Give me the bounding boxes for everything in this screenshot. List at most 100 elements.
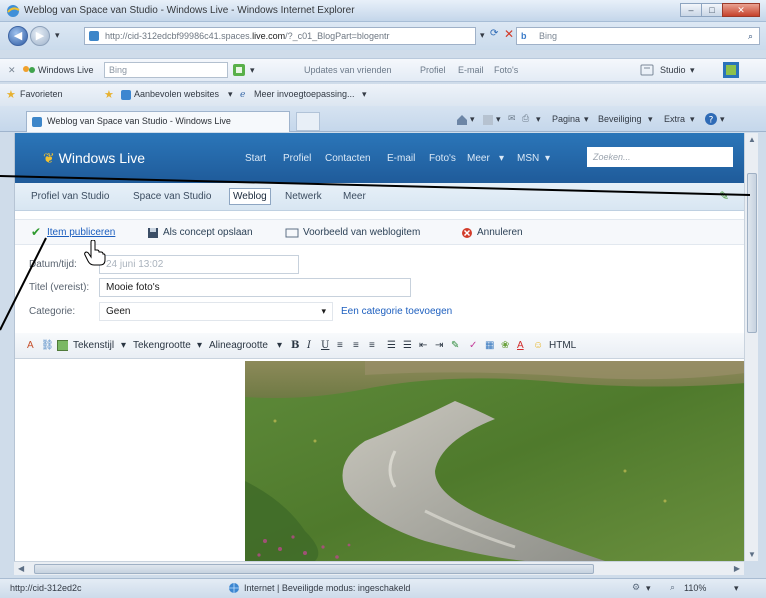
history-dropdown-icon[interactable]: ▾ (55, 30, 60, 41)
spellcheck-icon[interactable]: ✓ (469, 340, 477, 351)
live-logo[interactable]: ❦ Windows Live (43, 150, 145, 167)
suggested-sites-link[interactable]: Aanbevolen websites (134, 89, 219, 99)
category-select[interactable]: Geen ▾ (99, 302, 333, 321)
subnav-more[interactable]: Meer (343, 191, 366, 202)
nav-email[interactable]: E-mail (387, 153, 415, 164)
scroll-down-icon[interactable]: ▼ (748, 550, 756, 559)
preview-button[interactable]: Voorbeeld van weblogitem (303, 227, 420, 238)
tab-weblog[interactable]: Weblog van Space van Studio - Windows Li… (26, 111, 290, 132)
help-dropdown-icon[interactable]: ▾ (720, 114, 725, 125)
highlight-icon[interactable]: ✎ (451, 340, 459, 351)
home-dropdown-icon[interactable]: ▾ (470, 114, 475, 125)
security-menu[interactable]: Beveiliging (598, 114, 642, 124)
subnav-space[interactable]: Space van Studio (133, 191, 211, 202)
live-link-profile[interactable]: Profiel (420, 65, 446, 75)
title-field[interactable]: Mooie foto's (99, 278, 411, 297)
page-menu[interactable]: Pagina (552, 114, 580, 124)
contacts-icon[interactable] (640, 64, 654, 76)
align-center-icon[interactable]: ≡ (353, 340, 359, 351)
indent-icon[interactable]: ⇥ (435, 340, 443, 351)
nav-profile[interactable]: Profiel (283, 153, 311, 164)
maximize-button[interactable]: □ (701, 3, 723, 17)
feeds-dropdown-icon[interactable]: ▾ (496, 114, 501, 125)
print-icon[interactable]: ⎙ (522, 113, 529, 124)
bold-button[interactable]: B (291, 340, 299, 351)
html-button[interactable]: HTML (549, 340, 576, 351)
live-search-dropdown-icon[interactable]: ▾ (250, 65, 255, 76)
search-box[interactable]: b Bing ⌕ (516, 27, 760, 45)
font-size-dropdown[interactable]: Tekengrootte (133, 340, 191, 351)
cancel-button[interactable]: Annuleren (477, 227, 523, 238)
add-category-link[interactable]: Een categorie toevoegen (341, 306, 452, 317)
emoticon-list-icon[interactable]: ❀ (501, 340, 509, 351)
smiley-icon[interactable]: ☺ (533, 340, 543, 351)
search-icon[interactable]: ⌕ (748, 28, 753, 44)
post-editor[interactable] (15, 359, 744, 561)
scroll-up-icon[interactable]: ▲ (748, 135, 756, 144)
outdent-icon[interactable]: ⇤ (419, 340, 427, 351)
italic-button[interactable]: I (307, 340, 311, 351)
bullet-list-icon[interactable]: ☰ (387, 340, 396, 351)
nav-start[interactable]: Start (245, 153, 266, 164)
print-dropdown-icon[interactable]: ▾ (536, 114, 541, 125)
subnav-weblog[interactable]: Weblog (229, 188, 271, 205)
align-right-icon[interactable]: ≡ (369, 340, 375, 351)
vertical-scrollbar[interactable]: ▲ ▼ (744, 133, 758, 561)
vertical-scroll-thumb[interactable] (747, 173, 757, 333)
link-icon[interactable]: ⛓ (41, 340, 54, 351)
user-avatar[interactable] (722, 61, 740, 79)
studio-menu[interactable]: Studio (660, 65, 686, 75)
extra-menu[interactable]: Extra (664, 114, 685, 124)
live-link-email[interactable]: E-mail (458, 65, 484, 75)
live-link-photos[interactable]: Foto's (494, 65, 518, 75)
date-field[interactable]: 24 juni 13:02 (99, 255, 299, 274)
underline-button[interactable]: U (321, 340, 329, 351)
horizontal-scroll-thumb[interactable] (34, 564, 594, 574)
minimize-button[interactable]: – (680, 3, 702, 17)
forward-button[interactable]: ▶ (30, 26, 50, 46)
favorites-button[interactable]: Favorieten (20, 89, 63, 99)
landscape-photo[interactable] (245, 361, 744, 561)
horizontal-scrollbar[interactable]: ◀ ▶ (14, 561, 744, 575)
subnav-network[interactable]: Netwerk (285, 191, 322, 202)
numbered-list-icon[interactable]: ☰ (403, 340, 412, 351)
address-bar[interactable]: http://cid-312edcbf99986c41.spaces.live.… (84, 27, 476, 45)
mail-icon[interactable]: ✉ (508, 113, 516, 124)
live-link-updates[interactable]: Updates van vrienden (304, 65, 392, 75)
nav-msn[interactable]: MSN (517, 153, 539, 164)
nav-more[interactable]: Meer (467, 153, 490, 164)
paragraph-size-dropdown[interactable]: Alineagrootte (209, 340, 268, 351)
font-style-dropdown[interactable]: Tekenstijl (73, 340, 114, 351)
add-favorite-icon[interactable]: ★ (104, 88, 114, 101)
feeds-icon[interactable] (482, 114, 494, 126)
live-search-button-icon[interactable] (232, 63, 246, 77)
close-toolbar-icon[interactable]: ✕ (8, 65, 16, 76)
new-tab-button[interactable] (296, 112, 320, 131)
address-dropdown-icon[interactable]: ▾ (480, 30, 485, 41)
table-icon[interactable]: ▦ (485, 340, 494, 351)
zoom-dropdown-icon[interactable]: ▾ (734, 583, 739, 594)
scroll-right-icon[interactable]: ▶ (734, 564, 740, 573)
align-left-icon[interactable]: ≡ (337, 340, 343, 351)
subnav-profile[interactable]: Profiel van Studio (31, 191, 109, 202)
text-color-icon[interactable]: A (517, 340, 524, 351)
addons-dropdown-icon[interactable]: ▾ (362, 89, 367, 100)
nav-contacts[interactable]: Contacten (325, 153, 371, 164)
font-color-icon[interactable]: A (27, 340, 34, 351)
protected-mode-icon[interactable]: ⚙ (632, 582, 640, 593)
edit-pencil-icon[interactable]: ✎ (719, 189, 729, 203)
suggested-dropdown-icon[interactable]: ▾ (228, 89, 233, 100)
protected-dropdown-icon[interactable]: ▾ (646, 583, 651, 594)
insert-image-icon[interactable] (57, 340, 68, 351)
close-button[interactable]: ✕ (722, 3, 760, 17)
home-icon[interactable] (456, 114, 468, 126)
back-button[interactable]: ◀ (8, 26, 28, 46)
zoom-level[interactable]: 110% (684, 583, 706, 593)
live-search-field[interactable]: Bing (104, 62, 228, 78)
security-zone[interactable]: Internet | Beveiligde modus: ingeschakel… (244, 583, 410, 593)
more-addons-link[interactable]: Meer invoegtoepassing... (254, 89, 355, 99)
help-icon[interactable]: ? (704, 112, 718, 126)
scroll-left-icon[interactable]: ◀ (18, 564, 24, 573)
publish-button[interactable]: Item publiceren (47, 227, 115, 238)
live-search-input[interactable]: Zoeken... (587, 147, 733, 167)
